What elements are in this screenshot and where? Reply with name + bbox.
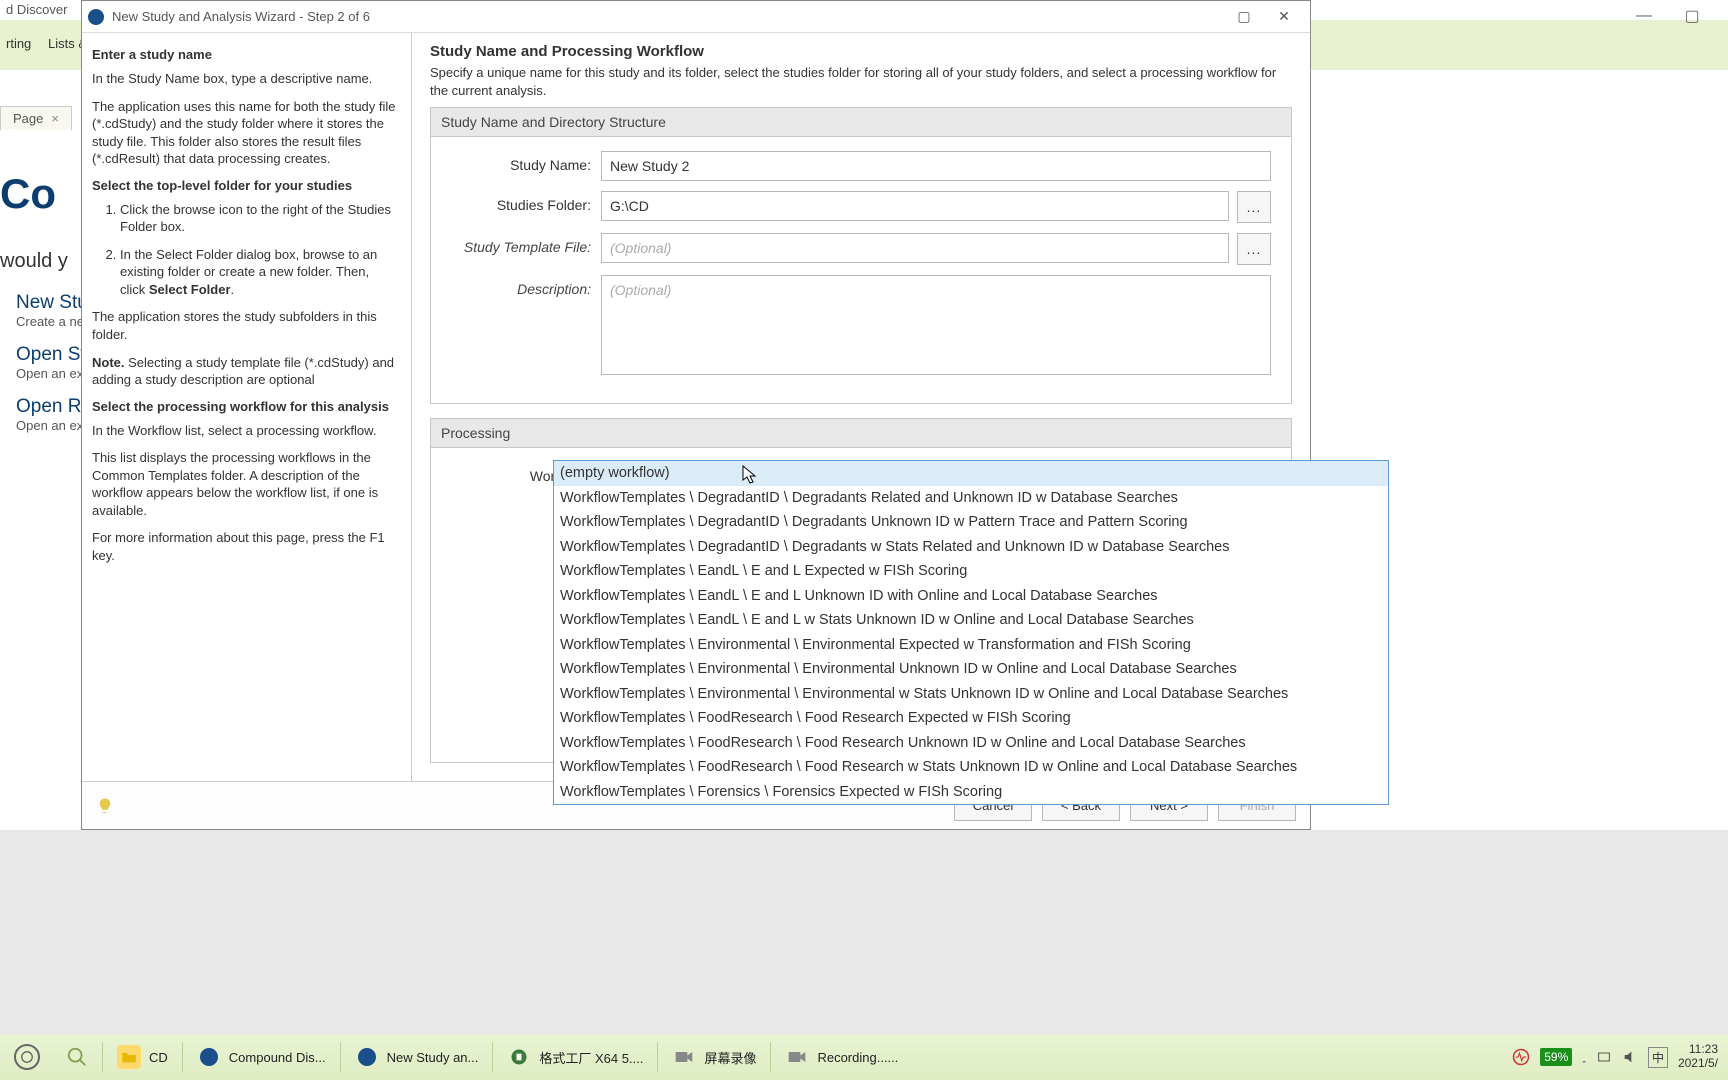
workflow-dropdown-list[interactable]: (empty workflow) WorkflowTemplates \ Deg… <box>553 460 1389 805</box>
app-icon <box>355 1045 379 1069</box>
app-icon <box>197 1045 221 1069</box>
maximize-button[interactable]: ▢ <box>1224 5 1264 29</box>
content-subheading: Specify a unique name for this study and… <box>430 64 1292 99</box>
taskbar-separator <box>770 1042 771 1072</box>
help-heading-3: Select the processing workflow for this … <box>92 399 397 414</box>
dropdown-item[interactable]: WorkflowTemplates \ EandL \ E and L Expe… <box>554 559 1388 584</box>
dropdown-item[interactable]: WorkflowTemplates \ Forensics \ Forensic… <box>554 780 1388 805</box>
ime-indicator[interactable]: 中 <box>1648 1047 1668 1068</box>
studies-folder-input[interactable] <box>601 191 1229 221</box>
help-note: Note. Selecting a study template file (*… <box>92 354 397 389</box>
close-icon[interactable]: × <box>51 111 59 126</box>
start-button[interactable] <box>0 1034 54 1080</box>
clock[interactable]: 11:23 2021/5/ <box>1678 1043 1718 1071</box>
bg-window-controls: — ▢ <box>1620 0 1716 32</box>
dropdown-item[interactable]: WorkflowTemplates \ FoodResearch \ Food … <box>554 731 1388 756</box>
help-para: For more information about this page, pr… <box>92 529 397 564</box>
taskbar-search[interactable] <box>54 1034 100 1080</box>
pulse-icon[interactable] <box>1512 1048 1530 1066</box>
folder-icon <box>117 1045 141 1069</box>
network-icon[interactable] <box>1596 1049 1612 1065</box>
start-icon <box>14 1044 40 1070</box>
taskbar-label: 屏幕录像 <box>704 1048 756 1067</box>
dropdown-item[interactable]: WorkflowTemplates \ DegradantID \ Degrad… <box>554 510 1388 535</box>
browse-template-button[interactable]: ... <box>1237 233 1271 265</box>
dropdown-item[interactable]: WorkflowTemplates \ DegradantID \ Degrad… <box>554 535 1388 560</box>
bg-tab[interactable]: Page × <box>0 106 72 130</box>
record-icon <box>672 1045 696 1069</box>
record-icon <box>785 1045 809 1069</box>
taskbar-item[interactable]: CD <box>105 1034 180 1080</box>
taskbar-item[interactable]: 屏幕录像 <box>660 1034 768 1080</box>
help-heading-1: Enter a study name <box>92 47 397 62</box>
study-name-input[interactable] <box>601 151 1271 181</box>
bg-prompt: would y <box>0 250 68 273</box>
battery-indicator[interactable]: 59% <box>1540 1048 1572 1066</box>
content-heading: Study Name and Processing Workflow <box>430 43 1292 60</box>
template-file-label: Study Template File: <box>451 233 601 255</box>
app-icon <box>507 1045 531 1069</box>
bg-link-openr[interactable]: Open R Open an exi <box>16 396 86 433</box>
help-para: In the Study Name box, type a descriptiv… <box>92 70 397 88</box>
taskbar-separator <box>340 1042 341 1072</box>
help-para: The application stores the study subfold… <box>92 308 397 343</box>
group-study-name: Study Name and Directory Structure Study… <box>430 107 1292 404</box>
bg-maximize-button[interactable]: ▢ <box>1668 0 1716 32</box>
dropdown-item[interactable]: WorkflowTemplates \ Environmental \ Envi… <box>554 633 1388 658</box>
dropdown-item[interactable]: WorkflowTemplates \ Environmental \ Envi… <box>554 682 1388 707</box>
help-para: In the Workflow list, select a processin… <box>92 422 397 440</box>
bg-minimize-button[interactable]: — <box>1620 0 1668 32</box>
help-list-item: In the Select Folder dialog box, browse … <box>120 246 397 299</box>
dialog-titlebar[interactable]: New Study and Analysis Wizard - Step 2 o… <box>82 1 1310 33</box>
help-para: The application uses this name for both … <box>92 98 397 168</box>
taskbar-separator <box>102 1042 103 1072</box>
taskbar[interactable]: CD Compound Dis... New Study an... 格式工厂 … <box>0 1034 1728 1080</box>
search-icon <box>66 1046 88 1068</box>
help-list-item: Click the browse icon to the right of th… <box>120 201 397 236</box>
app-icon <box>88 9 104 25</box>
taskbar-label: 格式工厂 X64 5.... <box>539 1048 643 1067</box>
dropdown-item[interactable]: WorkflowTemplates \ FoodResearch \ Food … <box>554 755 1388 780</box>
taskbar-item[interactable]: 格式工厂 X64 5.... <box>495 1034 655 1080</box>
description-input[interactable] <box>601 275 1271 375</box>
tray-chevron-icon[interactable]: ꞈ <box>1582 1051 1586 1063</box>
taskbar-label: Recording...... <box>817 1050 898 1065</box>
taskbar-label: CD <box>149 1050 168 1065</box>
taskbar-label: New Study an... <box>387 1050 479 1065</box>
help-heading-2: Select the top-level folder for your stu… <box>92 178 397 193</box>
bg-tab-label: Page <box>13 111 43 126</box>
group-header: Study Name and Directory Structure <box>431 108 1291 137</box>
browse-folder-button[interactable]: ... <box>1237 191 1271 223</box>
dropdown-item[interactable]: WorkflowTemplates \ DegradantID \ Degrad… <box>554 486 1388 511</box>
dropdown-item[interactable]: (empty workflow) <box>554 461 1388 486</box>
dropdown-item[interactable]: WorkflowTemplates \ EandL \ E and L Unkn… <box>554 584 1388 609</box>
lightbulb-icon[interactable] <box>96 797 114 815</box>
bg-title-fragment: d Discover <box>6 2 67 17</box>
system-tray[interactable]: 59% ꞈ 中 11:23 2021/5/ <box>1512 1043 1728 1071</box>
help-para: This list displays the processing workfl… <box>92 449 397 519</box>
description-label: Description: <box>451 275 601 297</box>
taskbar-item[interactable]: Compound Dis... <box>185 1034 338 1080</box>
close-button[interactable]: ✕ <box>1264 5 1304 29</box>
taskbar-separator <box>657 1042 658 1072</box>
group-header: Processing <box>431 419 1291 448</box>
studies-folder-label: Studies Folder: <box>451 191 601 213</box>
taskbar-separator <box>182 1042 183 1072</box>
taskbar-item[interactable]: Recording...... <box>773 1034 910 1080</box>
dropdown-item[interactable]: WorkflowTemplates \ FoodResearch \ Food … <box>554 706 1388 731</box>
volume-icon[interactable] <box>1622 1049 1638 1065</box>
help-panel: Enter a study name In the Study Name box… <box>82 33 412 781</box>
study-name-label: Study Name: <box>451 151 601 173</box>
taskbar-item[interactable]: New Study an... <box>343 1034 491 1080</box>
taskbar-separator <box>492 1042 493 1072</box>
dropdown-item[interactable]: WorkflowTemplates \ EandL \ E and L w St… <box>554 608 1388 633</box>
template-file-input[interactable] <box>601 233 1229 263</box>
bg-logo-text: Co <box>0 170 56 218</box>
bg-link-openst[interactable]: Open St Open an exi <box>16 344 86 381</box>
dialog-title: New Study and Analysis Wizard - Step 2 o… <box>112 9 1224 24</box>
bg-ribbon-label1: rting <box>6 36 31 51</box>
cursor-icon <box>742 465 758 485</box>
taskbar-label: Compound Dis... <box>229 1050 326 1065</box>
dropdown-item[interactable]: WorkflowTemplates \ Environmental \ Envi… <box>554 657 1388 682</box>
